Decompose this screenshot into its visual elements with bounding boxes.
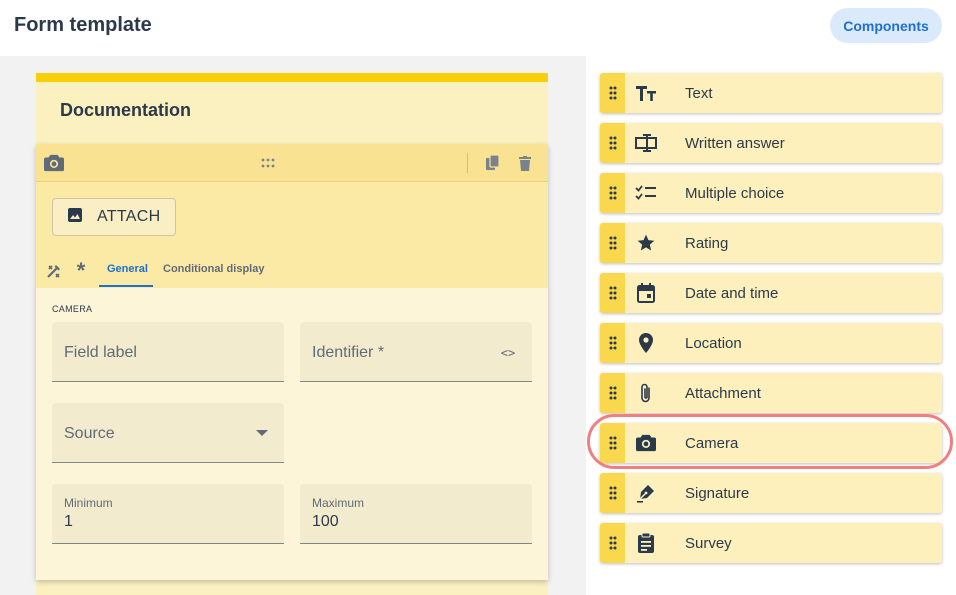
- component-survey[interactable]: Survey: [600, 523, 942, 563]
- page-title: Form template: [14, 14, 152, 36]
- active-tab-indicator: [99, 285, 153, 287]
- component-label: Date and time: [685, 285, 779, 302]
- component-label: Rating: [685, 235, 729, 252]
- component-attachment[interactable]: Attachment: [600, 373, 942, 413]
- field-label-input[interactable]: Field label: [52, 322, 284, 382]
- drag-handle-icon[interactable]: [600, 173, 625, 213]
- checklist-icon: [634, 181, 658, 205]
- drag-handle-icon[interactable]: [600, 123, 625, 163]
- identifier-input[interactable]: Identifier * <>: [300, 322, 532, 382]
- drag-handle-icon[interactable]: [600, 323, 625, 363]
- top-header: Form template Components: [0, 0, 956, 56]
- drag-handle-icon[interactable]: [600, 523, 625, 563]
- component-text[interactable]: Text: [600, 73, 942, 113]
- drag-handle-icon[interactable]: [600, 73, 625, 113]
- text-input-icon: [634, 131, 658, 155]
- field-header: ATTACH * General Conditional display: [36, 144, 548, 288]
- section-title: Documentation: [60, 100, 192, 120]
- field-label-placeholder: Field label: [64, 344, 137, 361]
- field-type-label: CAMERA: [52, 304, 93, 314]
- minimum-input[interactable]: Minimum 1: [52, 484, 284, 544]
- tab-general[interactable]: General: [107, 263, 148, 275]
- star-icon: [634, 231, 658, 255]
- dropdown-arrow-icon: [254, 427, 270, 439]
- attach-button[interactable]: ATTACH: [52, 198, 176, 236]
- section-accent-bar: [36, 73, 548, 82]
- image-icon: [67, 207, 83, 228]
- field-toolbar: [36, 144, 548, 182]
- components-button[interactable]: Components: [830, 8, 942, 43]
- toolbar-divider: [467, 153, 468, 173]
- calendar-icon: [634, 281, 658, 305]
- identifier-placeholder: Identifier *: [312, 344, 385, 361]
- camera-icon: [42, 152, 66, 174]
- clipboard-icon: [634, 531, 658, 555]
- drag-handle-icon[interactable]: [600, 373, 625, 413]
- component-label: Text: [685, 85, 713, 102]
- component-label: Attachment: [685, 385, 761, 402]
- drag-handle-icon[interactable]: [600, 473, 625, 513]
- pen-nib-icon: [634, 481, 658, 505]
- component-label: Signature: [685, 485, 750, 502]
- maximum-value: 100: [312, 513, 339, 530]
- component-written-answer[interactable]: Written answer: [600, 123, 942, 163]
- tab-conditional-display[interactable]: Conditional display: [163, 263, 264, 275]
- maximum-label: Maximum: [312, 496, 365, 510]
- camera-highlight-ring: [587, 414, 953, 469]
- component-label: Written answer: [685, 135, 785, 152]
- code-icon[interactable]: <>: [498, 344, 518, 362]
- maximum-input[interactable]: Maximum 100: [300, 484, 532, 544]
- source-select[interactable]: Source: [52, 403, 284, 463]
- required-asterisk-icon[interactable]: *: [72, 258, 90, 283]
- text-format-icon: [634, 81, 658, 105]
- minimum-label: Minimum: [64, 496, 113, 510]
- duplicate-icon[interactable]: [483, 154, 503, 172]
- component-location[interactable]: Location: [600, 323, 942, 363]
- tools-icon[interactable]: [45, 262, 63, 280]
- component-multiple-choice[interactable]: Multiple choice: [600, 173, 942, 213]
- drag-handle-icon[interactable]: [600, 273, 625, 313]
- source-placeholder: Source: [64, 425, 115, 442]
- component-date-and-time[interactable]: Date and time: [600, 273, 942, 313]
- drag-handle-icon[interactable]: [258, 155, 278, 171]
- camera-field-card[interactable]: ATTACH * General Conditional display CAM…: [36, 144, 548, 580]
- drag-handle-icon[interactable]: [600, 223, 625, 263]
- component-label: Multiple choice: [685, 185, 785, 202]
- minimum-value: 1: [64, 513, 73, 530]
- location-pin-icon: [634, 331, 658, 355]
- component-label: Survey: [685, 535, 732, 552]
- component-rating[interactable]: Rating: [600, 223, 942, 263]
- paperclip-icon: [634, 381, 658, 405]
- attach-label: ATTACH: [97, 208, 161, 225]
- delete-icon[interactable]: [515, 154, 535, 172]
- component-label: Location: [685, 335, 742, 352]
- component-signature[interactable]: Signature: [600, 473, 942, 513]
